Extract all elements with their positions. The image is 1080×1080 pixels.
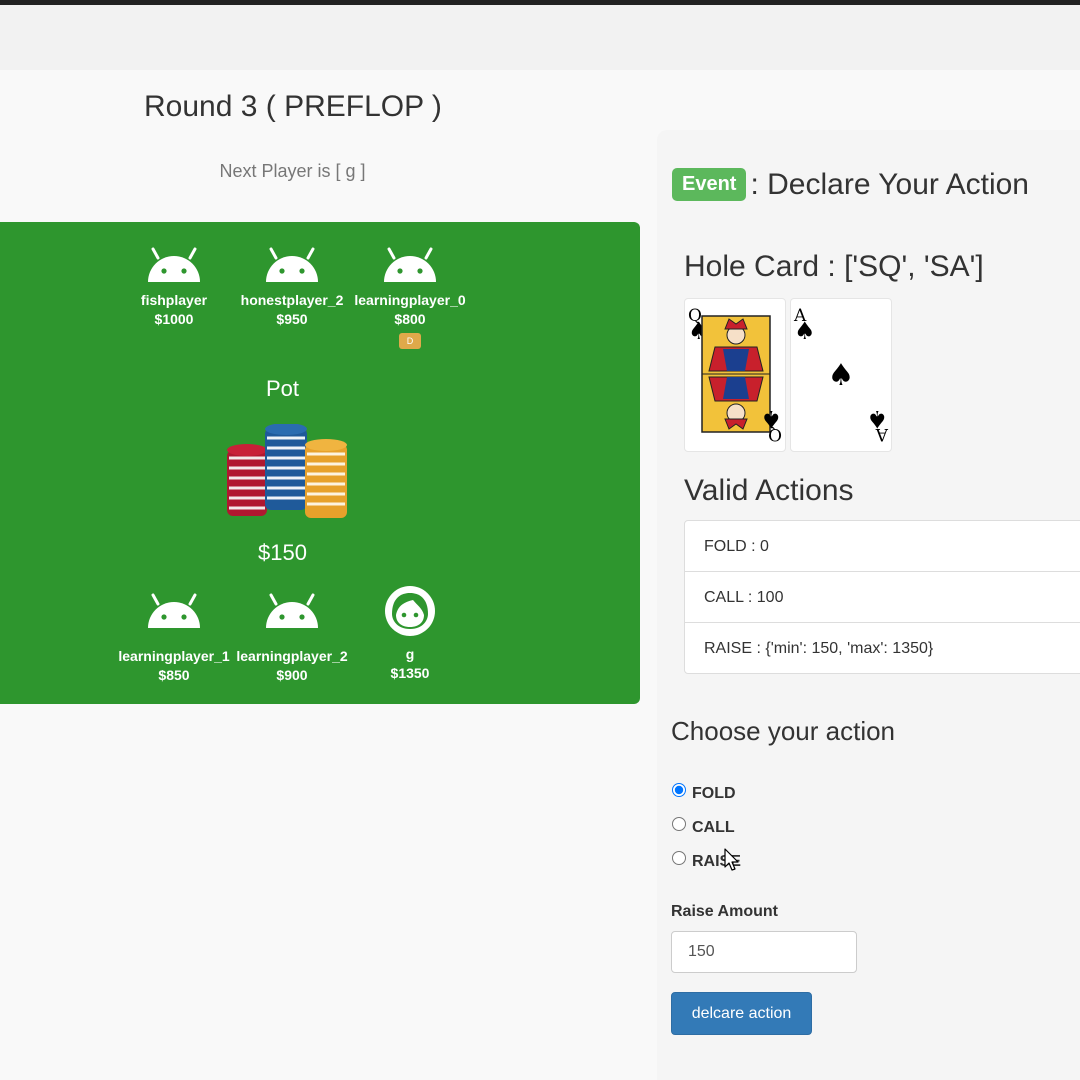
player-name: learningplayer_0 — [354, 292, 466, 308]
raise-amount-input[interactable] — [671, 931, 857, 973]
poker-table: fishplayer $1000 honestplayer_2 $950 lea… — [0, 222, 640, 704]
ace-of-spades-face: A ♠ ♠ A ♠ — [793, 306, 889, 444]
fold-radio[interactable] — [672, 783, 686, 797]
seat-learningplayer-2: learningplayer_2 $900 — [232, 592, 352, 683]
list-item: RAISE : {'min': 150, 'max': 1350} — [704, 640, 934, 657]
seat-g: g $1350 — [350, 584, 470, 681]
player-name: g — [405, 646, 415, 662]
android-icon — [384, 247, 436, 282]
player-stack: $1000 — [154, 311, 194, 327]
player-stack: $1350 — [390, 665, 430, 681]
card-queen-of-spades: Q ♠ Q ♠ — [684, 298, 786, 452]
radio-fold[interactable]: FOLD — [671, 783, 736, 803]
seat-fishplayer: fishplayer $1000 — [114, 246, 234, 327]
player-name: honestplayer_2 — [240, 292, 344, 308]
android-icon — [148, 247, 200, 282]
raise-amount-label: Raise Amount — [671, 903, 778, 920]
player-stack: $850 — [158, 667, 190, 683]
header-band — [0, 5, 1080, 70]
radio-label: CALL — [692, 819, 735, 836]
android-icon — [266, 247, 318, 282]
list-item: CALL : 100 — [685, 572, 1080, 623]
pot-amount: $150 — [258, 540, 307, 565]
dealer-button: D — [399, 333, 421, 349]
event-header: Event: Declare Your Action — [672, 168, 1029, 202]
card-suit-inverted: ♠ — [866, 405, 888, 433]
radio-label: FOLD — [692, 785, 736, 802]
choose-action-title: Choose your action — [671, 716, 896, 746]
seat-learningplayer-0: learningplayer_0 $800 D — [350, 246, 470, 349]
seat-honestplayer-2: honestplayer_2 $950 — [232, 246, 352, 327]
seat-learningplayer-1: learningplayer_1 $850 — [114, 592, 234, 683]
mouse-cursor-icon — [724, 848, 739, 871]
android-icon — [148, 593, 200, 628]
android-icon — [266, 593, 318, 628]
event-title: : Declare Your Action — [750, 168, 1029, 201]
declare-action-button[interactable]: delcare action — [671, 992, 812, 1035]
user-face-icon — [385, 586, 435, 636]
hole-card-title: Hole Card : ['SQ', 'SA'] — [684, 250, 984, 283]
player-name: fishplayer — [140, 292, 208, 308]
card-suit-inverted: ♠ — [760, 405, 782, 433]
player-stack: $900 — [276, 667, 308, 683]
next-player-text: Next Player is [ g ] — [219, 161, 366, 181]
player-stack: $950 — [276, 311, 308, 327]
list-item: FOLD : 0 — [685, 521, 1080, 572]
player-name: learningplayer_2 — [236, 648, 348, 664]
player-name: learningplayer_1 — [118, 648, 230, 664]
call-radio[interactable] — [672, 817, 686, 831]
pot-label: Pot — [265, 376, 300, 401]
card-suit: ♠ — [794, 317, 816, 345]
card-center-suit: ♠ — [828, 358, 855, 393]
event-badge: Event — [672, 168, 747, 201]
queen-of-spades-face: Q ♠ Q ♠ — [688, 306, 782, 444]
card-ace-of-spades: A ♠ ♠ A ♠ — [790, 298, 892, 452]
valid-actions-list: FOLD : 0 CALL : 100 RAISE : {'min': 150,… — [684, 520, 1080, 674]
player-stack: $800 — [394, 311, 426, 327]
raise-radio[interactable] — [672, 851, 686, 865]
round-title: Round 3 ( PREFLOP ) — [144, 90, 442, 123]
valid-actions-title: Valid Actions — [684, 474, 854, 507]
chip-stacks-icon — [227, 424, 347, 518]
radio-call[interactable]: CALL — [671, 817, 735, 837]
